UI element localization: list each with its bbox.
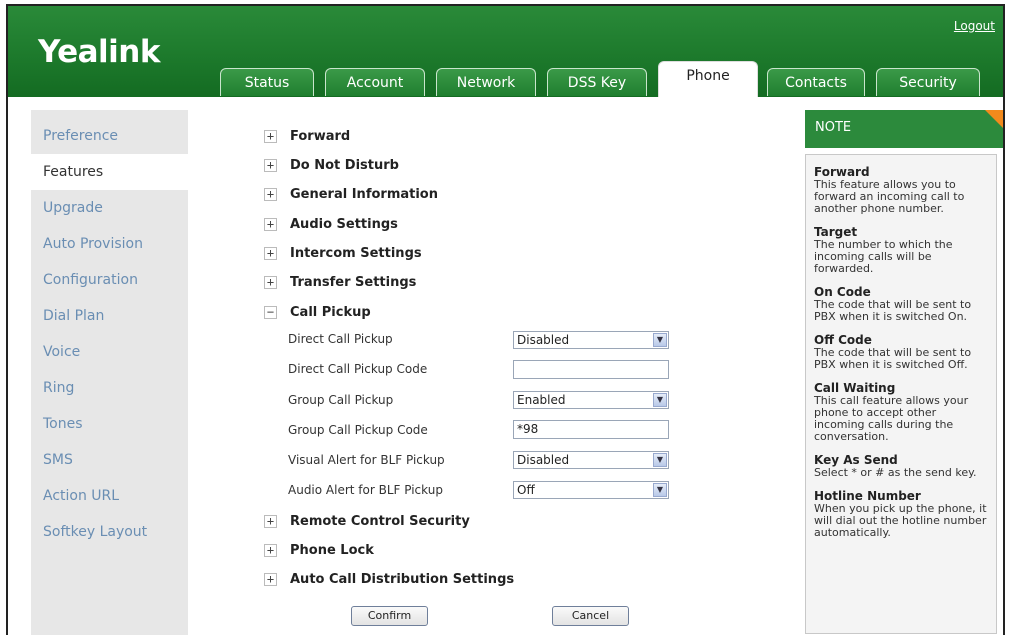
tab-dss-key[interactable]: DSS Key bbox=[547, 68, 647, 96]
group-call-pickup-code-input[interactable]: *98 bbox=[513, 420, 669, 439]
section-label: Forward bbox=[290, 128, 351, 144]
audio-alert-blf-pickup-select[interactable]: Off ▼ bbox=[513, 481, 669, 499]
audio-alert-blf-pickup-label: Audio Alert for BLF Pickup bbox=[288, 483, 443, 497]
tab-status[interactable]: Status bbox=[220, 68, 314, 96]
header-bar: Yealink Logout Status Account Network DS… bbox=[8, 6, 1003, 97]
sidebar-item-softkey-layout[interactable]: Softkey Layout bbox=[31, 514, 188, 550]
note-item-text: The number to which the incoming calls w… bbox=[814, 238, 953, 275]
sidebar-item-dial-plan[interactable]: Dial Plan bbox=[31, 298, 188, 334]
section-label: Transfer Settings bbox=[290, 274, 417, 290]
group-call-pickup-code-label: Group Call Pickup Code bbox=[288, 423, 428, 437]
main-tabs: Status Account Network DSS Key Phone Con… bbox=[8, 61, 1003, 97]
confirm-button[interactable]: Confirm bbox=[351, 606, 428, 626]
tab-contacts[interactable]: Contacts bbox=[767, 68, 865, 96]
section-label: Phone Lock bbox=[290, 542, 374, 558]
group-call-pickup-label: Group Call Pickup bbox=[288, 393, 394, 407]
sidebar: Preference Features Upgrade Auto Provisi… bbox=[31, 110, 191, 635]
features-panel: + Forward + Do Not Disturb + General Inform… bbox=[188, 110, 808, 635]
sidebar-item-features[interactable]: Features bbox=[31, 154, 191, 190]
tab-network[interactable]: Network bbox=[436, 68, 536, 96]
note-item-text: The code that will be sent to PBX when i… bbox=[814, 346, 972, 371]
section-call-pickup[interactable]: − Call Pickup bbox=[264, 302, 371, 322]
chevron-down-icon: ▼ bbox=[653, 333, 667, 347]
tab-account[interactable]: Account bbox=[325, 68, 425, 96]
visual-alert-blf-pickup-select[interactable]: Disabled ▼ bbox=[513, 451, 669, 469]
expand-icon[interactable]: + bbox=[264, 129, 277, 143]
sidebar-item-configuration[interactable]: Configuration bbox=[31, 262, 188, 298]
chevron-down-icon: ▼ bbox=[653, 453, 667, 467]
section-forward[interactable]: + Forward bbox=[264, 126, 350, 146]
sidebar-item-preference[interactable]: Preference bbox=[31, 118, 188, 154]
note-title: NOTE bbox=[815, 120, 852, 135]
note-panel: NOTE Forward This feature allows you to … bbox=[805, 110, 1003, 635]
select-value: Disabled bbox=[517, 453, 570, 467]
direct-call-pickup-code-input[interactable] bbox=[513, 360, 669, 379]
expand-icon[interactable]: + bbox=[264, 572, 277, 586]
cancel-button[interactable]: Cancel bbox=[552, 606, 629, 626]
select-value: Disabled bbox=[517, 333, 570, 347]
note-body: Forward This feature allows you to forwa… bbox=[805, 154, 997, 634]
sidebar-item-upgrade[interactable]: Upgrade bbox=[31, 190, 188, 226]
sidebar-item-tones[interactable]: Tones bbox=[31, 406, 188, 442]
section-label: Remote Control Security bbox=[290, 513, 470, 529]
section-remote-control-security[interactable]: + Remote Control Security bbox=[264, 511, 470, 531]
select-value: Off bbox=[517, 483, 535, 497]
note-item-text: Select * or # as the send key. bbox=[814, 466, 977, 479]
note-item-text: This call feature allows your phone to a… bbox=[814, 394, 969, 443]
section-auto-call-distribution[interactable]: + Auto Call Distribution Settings bbox=[264, 569, 514, 589]
section-transfer-settings[interactable]: + Transfer Settings bbox=[264, 272, 416, 292]
note-item-text: The code that will be sent to PBX when i… bbox=[814, 298, 972, 323]
logout-link[interactable]: Logout bbox=[954, 19, 995, 33]
section-audio-settings[interactable]: + Audio Settings bbox=[264, 214, 398, 234]
sidebar-item-action-url[interactable]: Action URL bbox=[31, 478, 188, 514]
section-general-information[interactable]: + General Information bbox=[264, 184, 438, 204]
section-do-not-disturb[interactable]: + Do Not Disturb bbox=[264, 155, 399, 175]
section-label: Call Pickup bbox=[290, 304, 371, 320]
sidebar-item-auto-provision[interactable]: Auto Provision bbox=[31, 226, 188, 262]
note-header: NOTE bbox=[805, 110, 1003, 148]
sidebar-item-voice[interactable]: Voice bbox=[31, 334, 188, 370]
expand-icon[interactable]: + bbox=[264, 275, 277, 289]
select-value: Enabled bbox=[517, 393, 566, 407]
section-phone-lock[interactable]: + Phone Lock bbox=[264, 540, 374, 560]
chevron-down-icon: ▼ bbox=[653, 393, 667, 407]
note-item-text: When you pick up the phone, it will dial… bbox=[814, 502, 987, 539]
expand-icon[interactable]: + bbox=[264, 187, 277, 201]
expand-icon[interactable]: + bbox=[264, 514, 277, 528]
expand-icon[interactable]: + bbox=[264, 217, 277, 231]
sidebar-item-sms[interactable]: SMS bbox=[31, 442, 188, 478]
direct-call-pickup-select[interactable]: Disabled ▼ bbox=[513, 331, 669, 349]
note-corner-icon bbox=[985, 110, 1003, 128]
section-label: General Information bbox=[290, 186, 438, 202]
collapse-icon[interactable]: − bbox=[264, 305, 277, 319]
direct-call-pickup-code-label: Direct Call Pickup Code bbox=[288, 362, 428, 376]
section-intercom-settings[interactable]: + Intercom Settings bbox=[264, 243, 422, 263]
app-frame: Yealink Logout Status Account Network DS… bbox=[6, 4, 1005, 635]
group-call-pickup-select[interactable]: Enabled ▼ bbox=[513, 391, 669, 409]
expand-icon[interactable]: + bbox=[264, 158, 277, 172]
section-label: Audio Settings bbox=[290, 216, 398, 232]
direct-call-pickup-label: Direct Call Pickup bbox=[288, 332, 393, 346]
note-item-text: This feature allows you to forward an in… bbox=[814, 178, 965, 215]
tab-phone[interactable]: Phone bbox=[658, 61, 758, 97]
section-label: Intercom Settings bbox=[290, 245, 422, 261]
expand-icon[interactable]: + bbox=[264, 543, 277, 557]
chevron-down-icon: ▼ bbox=[653, 483, 667, 497]
section-label: Auto Call Distribution Settings bbox=[290, 571, 515, 587]
visual-alert-blf-pickup-label: Visual Alert for BLF Pickup bbox=[288, 453, 445, 467]
tab-security[interactable]: Security bbox=[876, 68, 980, 96]
expand-icon[interactable]: + bbox=[264, 246, 277, 260]
sidebar-item-ring[interactable]: Ring bbox=[31, 370, 188, 406]
section-label: Do Not Disturb bbox=[290, 157, 399, 173]
